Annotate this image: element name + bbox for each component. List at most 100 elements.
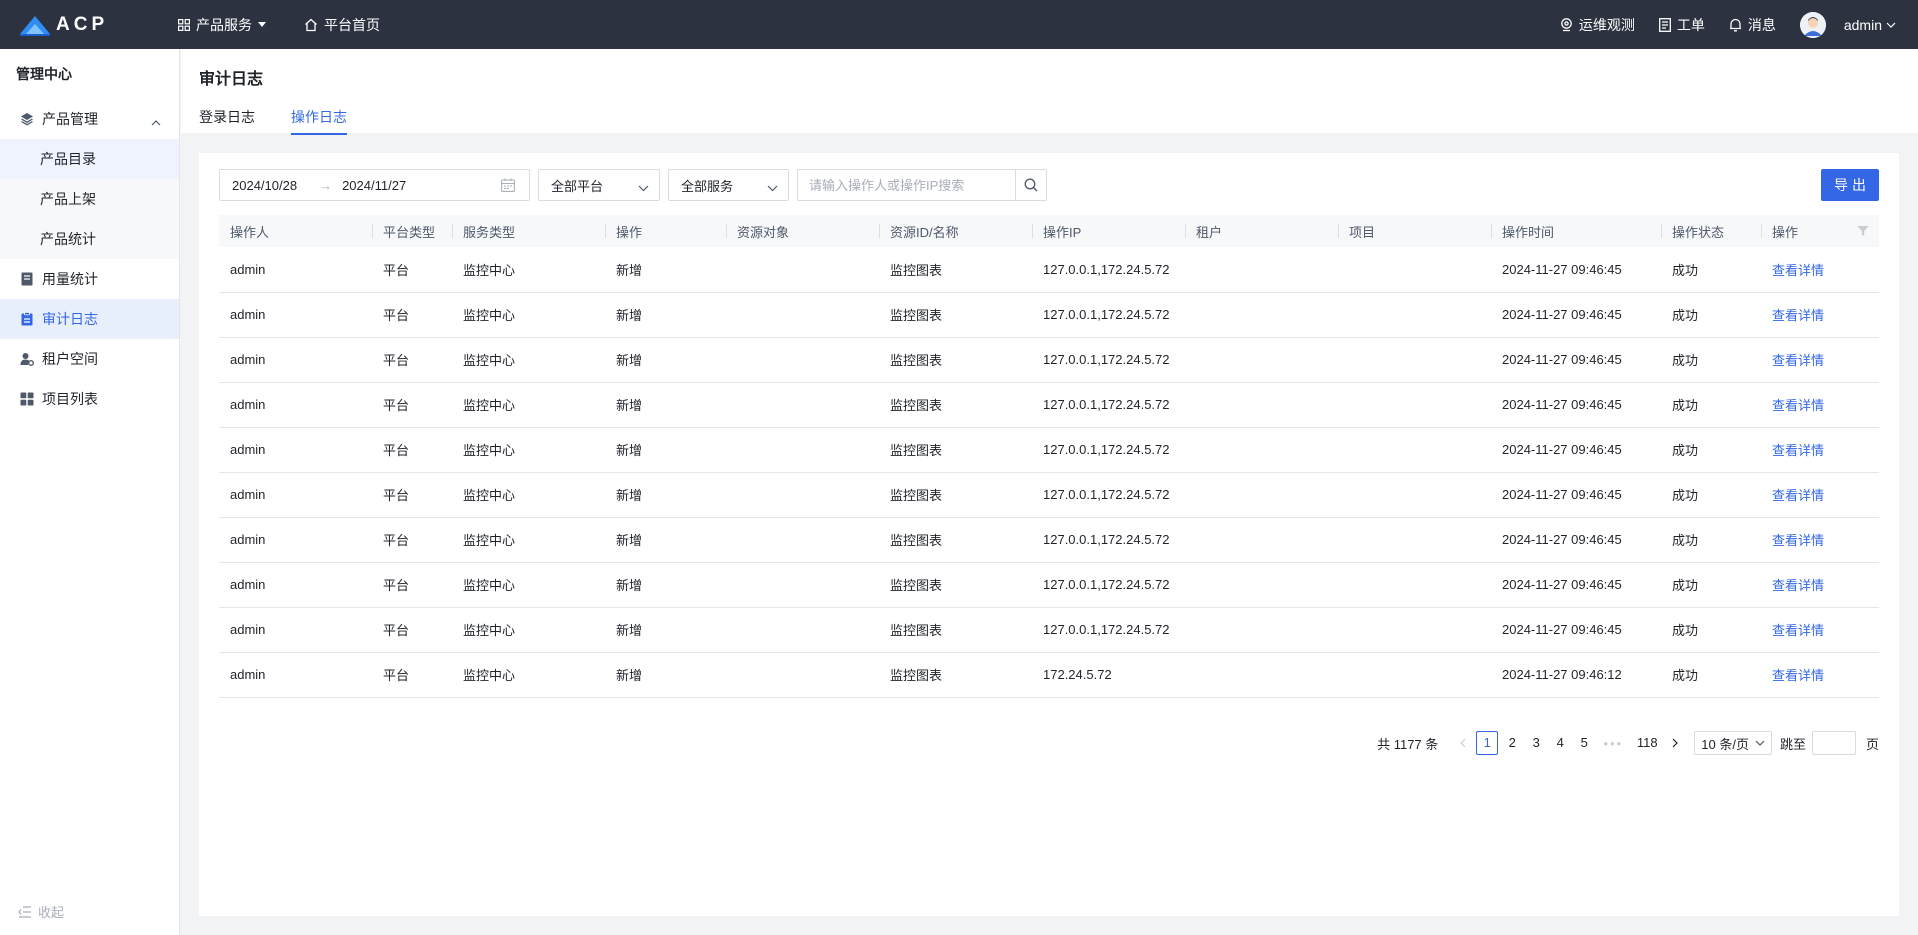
column-header: 服务类型 (452, 215, 605, 247)
column-separator (726, 224, 727, 238)
view-details-link[interactable]: 查看详情 (1761, 247, 1879, 293)
view-details-link[interactable]: 查看详情 (1761, 652, 1879, 698)
logo-mark-icon (20, 14, 50, 36)
ops-monitor-label: 运维观测 (1578, 16, 1635, 33)
more-pages-ellipsis[interactable]: ••• (1596, 736, 1630, 751)
service-select[interactable]: 全部服务 (668, 169, 789, 201)
page-4-button[interactable]: 4 (1548, 731, 1572, 755)
search-input[interactable] (797, 169, 1015, 201)
table-cell (1338, 427, 1491, 473)
document-icon (1658, 17, 1671, 32)
column-separator (1185, 224, 1186, 238)
table-cell: 监控中心 (452, 337, 605, 383)
table-cell: 127.0.0.1,172.24.5.72 (1032, 247, 1185, 293)
view-details-link[interactable]: 查看详情 (1761, 562, 1879, 608)
table-cell: 成功 (1661, 562, 1761, 608)
sidebar-item-tenant-space[interactable]: 租户空间 (0, 339, 179, 379)
page-5-button[interactable]: 5 (1572, 731, 1596, 755)
table-cell (1185, 427, 1338, 473)
column-header-label: 项目 (1349, 224, 1376, 240)
pagination: 共 1177 条 1 2 3 4 5 ••• 118 10 条/页 跳至 页 (1377, 731, 1879, 755)
message-button[interactable]: 消息 (1729, 15, 1776, 35)
jump-page-input[interactable] (1811, 731, 1856, 755)
table-cell: admin (219, 607, 372, 653)
table-cell: 监控中心 (452, 292, 605, 338)
view-details-link[interactable]: 查看详情 (1761, 472, 1879, 518)
tab-login-log[interactable]: 登录日志 (199, 107, 255, 135)
sidebar-item-product-listing[interactable]: 产品上架 (0, 179, 179, 219)
column-header-label: 租户 (1196, 224, 1223, 240)
column-header: 操作人 (219, 215, 372, 247)
sidebar-item-label: 租户空间 (42, 351, 98, 367)
search-icon (1024, 178, 1038, 192)
view-details-link[interactable]: 查看详情 (1761, 337, 1879, 383)
next-page-button[interactable] (1664, 736, 1686, 751)
page-last-button[interactable]: 118 (1630, 731, 1664, 755)
export-button[interactable]: 导出 (1821, 169, 1879, 201)
tab-operation-log[interactable]: 操作日志 (291, 107, 347, 135)
table-cell (1185, 382, 1338, 428)
page-3-button[interactable]: 3 (1524, 731, 1548, 755)
page-title: 审计日志 (199, 71, 264, 88)
sidebar-item-usage-stats[interactable]: 用量统计 (0, 259, 179, 299)
sidebar-title: 管理中心 (16, 66, 72, 82)
jump-label: 跳至 (1779, 736, 1806, 752)
column-header-label: 操作状态 (1672, 224, 1725, 240)
view-details-link[interactable]: 查看详情 (1761, 607, 1879, 653)
page-size-select[interactable]: 10 条/页 (1694, 731, 1772, 755)
date-start[interactable]: 2024/10/28 (232, 178, 297, 193)
filter-icon[interactable] (1857, 225, 1869, 240)
sidebar-item-product-catalog[interactable]: 产品目录 (0, 139, 179, 179)
table-cell: 平台 (372, 652, 452, 698)
content-card: 2024/10/28 → 2024/11/27 全部平台 全部服务 导出 (199, 153, 1899, 916)
table-cell: 监控图表 (879, 292, 1032, 338)
logo[interactable]: ACP (20, 14, 156, 36)
platform-select[interactable]: 全部平台 (538, 169, 660, 201)
page-header: 审计日志 登录日志 操作日志 (181, 49, 1918, 135)
ticket-button[interactable]: 工单 (1658, 15, 1705, 35)
page-1-button[interactable]: 1 (1476, 731, 1499, 755)
user-menu[interactable]: admin (1799, 11, 1896, 38)
table-row: admin 平台 监控中心 新增 监控图表 127.0.0.1,172.24.5.72 20… (219, 292, 1879, 338)
column-separator (372, 224, 373, 238)
view-details-link[interactable]: 查看详情 (1761, 427, 1879, 473)
search-button[interactable] (1015, 169, 1047, 201)
sidebar-item-project-list[interactable]: 项目列表 (0, 379, 179, 419)
table-row: admin 平台 监控中心 新增 监控图表 127.0.0.1,172.24.5.72 20… (219, 562, 1879, 608)
page-2-button[interactable]: 2 (1500, 731, 1524, 755)
column-header: 操作 (605, 215, 726, 247)
table-cell (726, 427, 879, 473)
date-end[interactable]: 2024/11/27 (342, 178, 406, 193)
book-icon (20, 272, 34, 286)
column-header: 操作状态 (1661, 215, 1761, 247)
column-header: 资源对象 (726, 215, 879, 247)
date-range-picker[interactable]: 2024/10/28 → 2024/11/27 (219, 169, 530, 201)
filter-bar: 2024/10/28 → 2024/11/27 全部平台 全部服务 (219, 169, 1047, 201)
nav-platform-home[interactable]: 平台首页 (304, 15, 380, 35)
arrow-right-icon: → (319, 177, 333, 193)
sidebar-item-product-management[interactable]: 产品管理 (0, 99, 179, 139)
table-cell: 新增 (605, 292, 726, 338)
table-body: admin 平台 监控中心 新增 监控图表 127.0.0.1,172.24.5.72 20… (219, 247, 1879, 698)
chevron-left-icon (1460, 738, 1466, 747)
column-separator (605, 224, 606, 238)
prev-page-button[interactable] (1452, 736, 1474, 751)
dashboard-icon (20, 392, 34, 406)
column-separator (1661, 224, 1662, 238)
table-cell: 2024-11-27 09:46:45 (1491, 427, 1661, 473)
ops-monitor-button[interactable]: 运维观测 (1560, 15, 1635, 35)
column-header-label: 平台类型 (383, 224, 436, 240)
view-details-link[interactable]: 查看详情 (1761, 517, 1879, 563)
view-details-link[interactable]: 查看详情 (1761, 382, 1879, 428)
sidebar-collapse-button[interactable]: 收起 (18, 902, 64, 921)
table-cell: 平台 (372, 427, 452, 473)
table-cell: 172.24.5.72 (1032, 652, 1185, 698)
sidebar-item-product-stats[interactable]: 产品统计 (0, 219, 179, 259)
nav-product-services[interactable]: 产品服务 (178, 15, 266, 35)
column-separator (1032, 224, 1033, 238)
view-details-link[interactable]: 查看详情 (1761, 292, 1879, 338)
table-cell (1185, 247, 1338, 293)
table-cell (726, 382, 879, 428)
sidebar-item-audit-log[interactable]: 审计日志 (0, 299, 179, 339)
logo-text: ACP (56, 13, 109, 35)
